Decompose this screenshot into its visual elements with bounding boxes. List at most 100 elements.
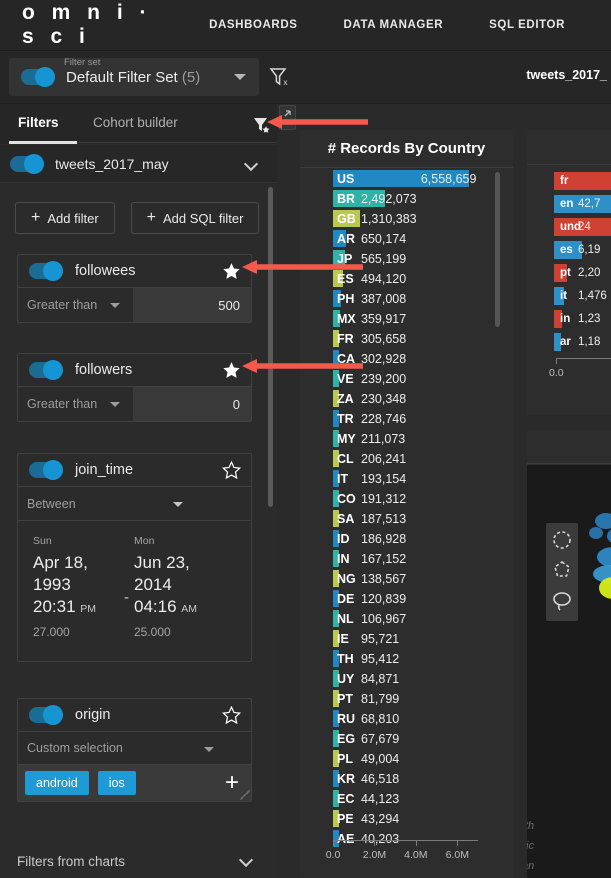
tab-cohort-builder[interactable]: Cohort builder <box>93 115 178 130</box>
country-bar-row[interactable]: ES 494,120 <box>300 269 513 289</box>
country-bar-row[interactable]: BR 2,492,073 <box>300 189 513 209</box>
filter-star-icon[interactable] <box>253 116 271 139</box>
add-filter-button[interactable]: + Add filter <box>15 202 115 234</box>
country-bar-row[interactable]: PL 49,004 <box>300 749 513 769</box>
country-bar-row[interactable]: ZA 230,348 <box>300 389 513 409</box>
country-code-label: TH <box>337 652 354 666</box>
dataset-toggle[interactable] <box>10 153 44 174</box>
origin-operator-select[interactable]: Custom selection <box>18 732 251 765</box>
from-day-of-week: Sun <box>33 535 52 547</box>
followers-operator-select[interactable]: Greater than <box>18 387 133 421</box>
country-bar-row[interactable]: MY 211,073 <box>300 429 513 449</box>
language-bar-row[interactable]: fr <box>527 170 611 193</box>
language-bar-row[interactable]: en 42,7 <box>527 193 611 216</box>
country-chart-scrollbar[interactable] <box>495 172 500 327</box>
nav-dashboards[interactable]: DASHBOARDS <box>209 19 297 31</box>
polygon-dashed-icon[interactable] <box>549 555 575 585</box>
origin-toggle[interactable] <box>29 705 63 725</box>
lasso-icon[interactable] <box>549 586 575 616</box>
add-buttons-row: + Add filter + Add SQL filter <box>15 202 260 234</box>
country-bar-row[interactable]: AE 40,203 <box>300 829 513 849</box>
followees-star[interactable] <box>222 262 241 286</box>
country-bar-row[interactable]: IT 193,154 <box>300 469 513 489</box>
country-bar-row[interactable]: TH 95,412 <box>300 649 513 669</box>
country-bar-row[interactable]: PH 387,008 <box>300 289 513 309</box>
join-time-operator-select[interactable]: Between <box>18 487 251 521</box>
country-bar-row[interactable]: IE 95,721 <box>300 629 513 649</box>
filter-set-selector[interactable]: Filter set Default Filter Set (5) <box>9 57 259 96</box>
country-bar-row[interactable]: NG 138,567 <box>300 569 513 589</box>
followees-value-input[interactable]: 500 <box>133 288 251 322</box>
language-bar-row[interactable]: und 24 <box>527 216 611 239</box>
x-axis-tick-label: 6.0M <box>445 849 469 861</box>
country-bar-row[interactable]: CO 191,312 <box>300 489 513 509</box>
country-bar-row[interactable]: ID 186,928 <box>300 529 513 549</box>
left-panel-scrollbar[interactable] <box>268 187 273 507</box>
country-bar-row[interactable]: VE 239,200 <box>300 369 513 389</box>
country-bar-row[interactable]: PT 81,799 <box>300 689 513 709</box>
omnisci-logo[interactable]: o m n i · s c i <box>22 1 154 49</box>
language-value-label: 6,19 <box>578 244 601 256</box>
country-bar-row[interactable]: IN 167,152 <box>300 549 513 569</box>
country-bar-row[interactable]: EG 67,679 <box>300 729 513 749</box>
filters-from-charts-section[interactable]: Filters from charts <box>0 840 277 878</box>
tab-filters[interactable]: Filters <box>18 115 59 130</box>
country-bar-row[interactable]: US 6,558,659 <box>300 169 513 189</box>
plus-icon[interactable]: + <box>225 771 239 795</box>
country-bar-row[interactable]: CL 206,241 <box>300 449 513 469</box>
chevron-down-icon[interactable] <box>234 74 246 80</box>
country-bar-row[interactable]: NL 106,967 <box>300 609 513 629</box>
country-bar-row[interactable]: TR 228,746 <box>300 409 513 429</box>
followers-value-input[interactable]: 0 <box>133 387 251 421</box>
country-bar-row[interactable]: EC 44,123 <box>300 789 513 809</box>
chevron-down-icon[interactable] <box>243 156 259 172</box>
country-bar-row[interactable]: DE 120,839 <box>300 589 513 609</box>
language-value-label: 24 <box>578 221 591 233</box>
filter-set-toggle[interactable] <box>21 67 55 87</box>
country-bar-row[interactable]: SA 187,513 <box>300 509 513 529</box>
nav-data-manager[interactable]: DATA MANAGER <box>344 19 444 31</box>
origin-chip-ios[interactable]: ios <box>97 771 136 795</box>
join-time-toggle[interactable] <box>29 460 63 480</box>
filter-clear-icon[interactable]: x <box>268 65 292 94</box>
filter-set-label: Default Filter Set (5) <box>66 69 200 86</box>
join-time-from[interactable]: Sun Apr 18, 1993 20:31 PM 27.000 <box>33 535 133 639</box>
country-bar-row[interactable]: MX 359,917 <box>300 309 513 329</box>
followees-toggle[interactable] <box>29 261 63 281</box>
circle-dashed-icon[interactable] <box>549 525 575 555</box>
origin-operator-label: Custom selection <box>27 741 123 755</box>
followees-operator-select[interactable]: Greater than <box>18 288 133 322</box>
language-bar-row[interactable]: it 1,476 <box>527 285 611 308</box>
origin-star[interactable] <box>221 705 242 730</box>
nav-sql-editor[interactable]: SQL EDITOR <box>489 19 565 31</box>
country-bar-row[interactable]: FR 305,658 <box>300 329 513 349</box>
resize-grip[interactable] <box>240 790 250 800</box>
followers-star[interactable] <box>222 361 241 385</box>
country-bar-row[interactable]: PE 43,294 <box>300 809 513 829</box>
dataset-name: tweets_2017_may <box>55 155 169 172</box>
origin-chip-android[interactable]: android <box>25 771 89 795</box>
country-value-label: 2,492,073 <box>361 192 417 206</box>
language-bar-row[interactable]: ar 1,18 <box>527 331 611 354</box>
country-bar-row[interactable]: GB 1,310,383 <box>300 209 513 229</box>
language-code-label: it <box>560 290 568 302</box>
map-canvas[interactable]: th fic an <box>527 465 611 878</box>
country-bar-row[interactable]: AR 650,174 <box>300 229 513 249</box>
country-bar-row[interactable]: UY 84,871 <box>300 669 513 689</box>
language-bar-row[interactable]: es 6,19 <box>527 239 611 262</box>
to-date-line2: 2014 <box>134 574 172 594</box>
followers-toggle[interactable] <box>29 360 63 380</box>
language-bar-row[interactable]: in 1,23 <box>527 308 611 331</box>
join-time-star[interactable] <box>221 460 242 485</box>
country-bar-row[interactable]: CA 302,928 <box>300 349 513 369</box>
country-bar-row[interactable]: RU 68,810 <box>300 709 513 729</box>
dataset-row[interactable]: tweets_2017_may <box>0 145 277 183</box>
country-bar-row[interactable]: KR 46,518 <box>300 769 513 789</box>
join-time-to[interactable]: Mon Jun 23, 2014 04:16 AM 25.000 <box>134 535 234 639</box>
language-bar-row[interactable]: pt 2,20 <box>527 262 611 285</box>
chevron-down-icon[interactable] <box>238 852 254 868</box>
followees-label: followees <box>75 263 136 279</box>
add-sql-filter-button[interactable]: + Add SQL filter <box>130 202 260 234</box>
panel-collapse-handle[interactable] <box>279 105 296 130</box>
country-bar-row[interactable]: JP 565,199 <box>300 249 513 269</box>
